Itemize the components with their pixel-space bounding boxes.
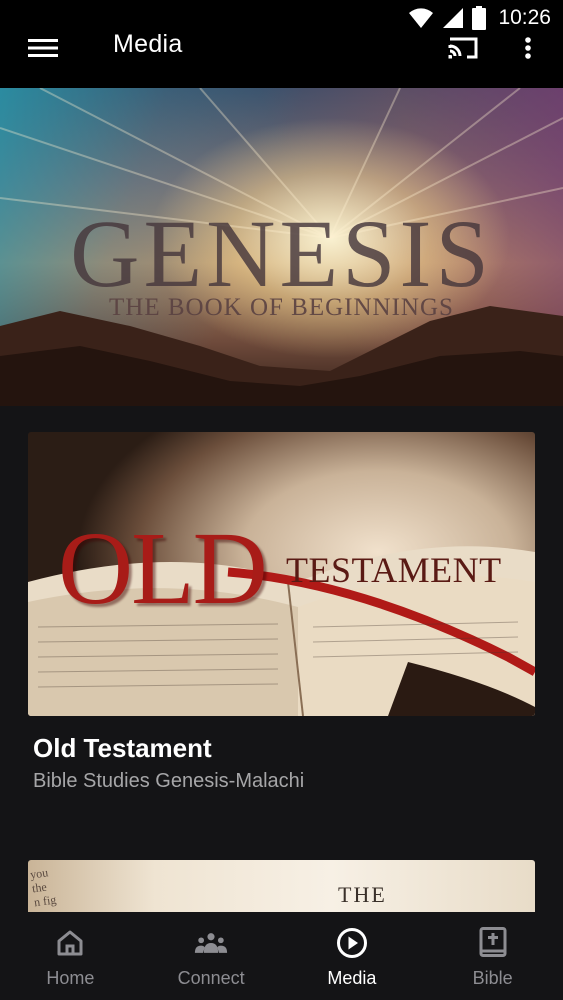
hero-title: GENESIS bbox=[70, 200, 493, 307]
next-card-image-text: THE bbox=[338, 882, 387, 907]
media-card-image[interactable]: OLD TESTAMENT bbox=[28, 432, 535, 716]
cast-icon bbox=[448, 37, 478, 59]
nav-item-media[interactable]: Media bbox=[282, 912, 423, 1000]
wifi-icon bbox=[409, 8, 434, 28]
next-card-margin-text: you the n fig bbox=[29, 865, 58, 910]
nav-item-home[interactable]: Home bbox=[0, 912, 141, 1000]
nav-label-media: Media bbox=[327, 968, 377, 988]
hero-banner[interactable]: GENESIS THE BOOK OF BEGINNINGS bbox=[0, 88, 563, 406]
hamburger-menu-icon bbox=[28, 39, 58, 57]
more-vert-icon bbox=[525, 37, 531, 59]
nav-label-home: Home bbox=[46, 968, 95, 988]
nav-item-bible[interactable]: Bible bbox=[422, 912, 563, 1000]
battery-icon bbox=[472, 6, 487, 30]
next-media-card-image[interactable]: you the n fig THE bbox=[28, 860, 535, 920]
bible-icon bbox=[479, 927, 507, 957]
media-card-title[interactable]: Old Testament bbox=[33, 733, 212, 764]
people-icon bbox=[195, 933, 228, 953]
play-circle-icon bbox=[336, 928, 367, 958]
nav-label-bible: Bible bbox=[472, 968, 513, 988]
status-bar: 10:26 bbox=[0, 0, 563, 36]
nav-item-connect[interactable]: Connect bbox=[141, 912, 282, 1000]
nav-label-connect: Connect bbox=[177, 968, 245, 988]
media-card-subtitle: Bible Studies Genesis-Malachi bbox=[33, 770, 305, 792]
status-time: 10:26 bbox=[498, 6, 551, 29]
card-image-testament-text: TESTAMENT bbox=[286, 550, 502, 590]
home-icon bbox=[57, 930, 83, 956]
hero-subtitle: THE BOOK OF BEGINNINGS bbox=[109, 294, 454, 321]
cell-signal-icon bbox=[443, 8, 464, 28]
card-image-old-text: OLD bbox=[58, 511, 268, 626]
bottom-navigation: Home Connect Media Bible bbox=[0, 912, 563, 1000]
